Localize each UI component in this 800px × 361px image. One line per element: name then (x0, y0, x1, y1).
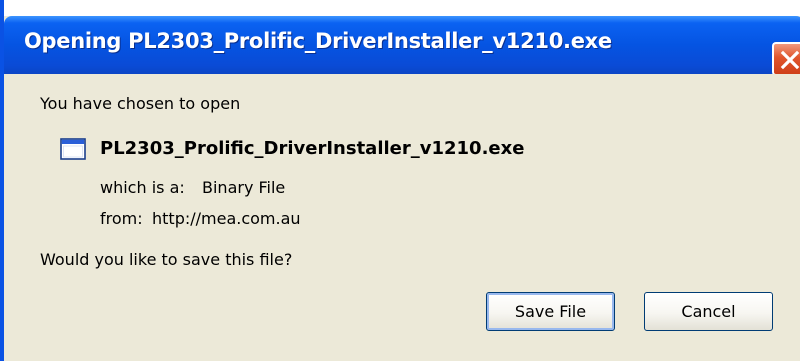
from-label: from: (100, 209, 143, 228)
download-dialog: Opening PL2303_Prolific_DriverInstaller_… (0, 0, 800, 361)
save-file-button[interactable]: Save File (486, 292, 615, 331)
cancel-button[interactable]: Cancel (644, 292, 773, 331)
title-bar[interactable]: Opening PL2303_Prolific_DriverInstaller_… (4, 16, 800, 76)
cancel-button-label: Cancel (681, 302, 736, 321)
window-top-margin (4, 0, 800, 16)
application-window-icon (60, 138, 86, 160)
type-value: Binary File (202, 178, 286, 197)
from-value: http://mea.com.au (152, 209, 301, 228)
dialog-body: You have chosen to open PL2303_Prolific_… (8, 74, 800, 361)
save-question: Would you like to save this file? (40, 250, 293, 269)
window-title: Opening PL2303_Prolific_DriverInstaller_… (24, 29, 612, 53)
close-button[interactable] (772, 42, 800, 76)
type-label: which is a: (100, 178, 185, 197)
file-name: PL2303_Prolific_DriverInstaller_v1210.ex… (100, 138, 525, 159)
close-icon (780, 50, 800, 70)
intro-text: You have chosen to open (40, 94, 241, 113)
save-file-button-label: Save File (514, 302, 587, 321)
